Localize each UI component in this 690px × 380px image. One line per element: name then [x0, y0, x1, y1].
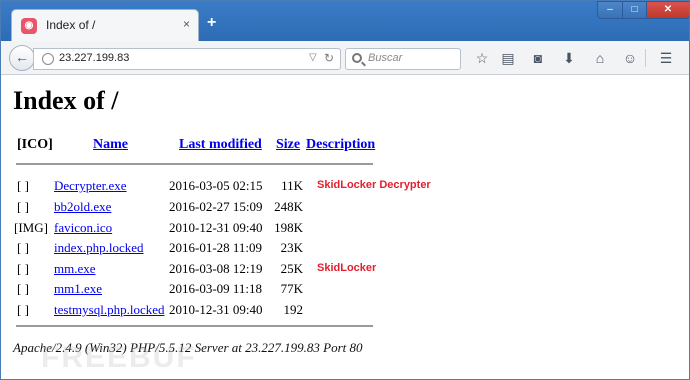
file-link[interactable]: favicon.ico — [54, 220, 112, 236]
url-text[interactable]: 23.227.199.83 — [59, 52, 129, 64]
file-size: 77K — [280, 281, 303, 296]
file-size: 198K — [274, 220, 303, 235]
file-size: 11K — [281, 178, 303, 193]
tab-title: Index of / — [46, 18, 96, 32]
file-modified: 2010-12-31 09:40 — [169, 220, 263, 235]
new-tab-button[interactable]: + — [207, 15, 216, 31]
column-header-last-modified[interactable]: Last modified — [179, 137, 262, 152]
address-bar[interactable]: 23.227.199.83 ▽ ↻ — [33, 48, 341, 70]
search-icon — [352, 53, 362, 63]
hamburger-menu-icon[interactable]: ☰ — [657, 50, 675, 66]
file-icon-label: [ ] — [17, 199, 29, 214]
search-input[interactable]: Buscar — [345, 48, 461, 70]
home-icon[interactable]: ⌂ — [591, 50, 609, 66]
globe-icon — [42, 53, 54, 65]
file-modified: 2016-03-09 11:18 — [169, 281, 263, 296]
file-size: 248K — [274, 199, 303, 214]
file-modified: 2016-02-27 15:09 — [169, 199, 263, 214]
file-link[interactable]: bb2old.exe — [54, 199, 111, 215]
toolbar-divider — [645, 49, 646, 67]
table-row: [ ] testmysql.php.locked 2010-12-31 09:4… — [1, 302, 689, 322]
file-icon-label: [ ] — [17, 240, 29, 255]
page-content: Index of / [ICO] Name Last modified Size… — [1, 76, 689, 379]
file-link[interactable]: mm.exe — [54, 261, 96, 277]
table-row: [IMG] favicon.ico 2010-12-31 09:40 198K — [1, 220, 689, 240]
file-size: 23K — [280, 240, 303, 255]
table-row: [ ] index.php.locked 2016-01-28 11:09 23… — [1, 240, 689, 260]
column-header-description[interactable]: Description — [306, 137, 375, 152]
reload-icon[interactable]: ↻ — [324, 51, 334, 65]
file-size: 25K — [280, 261, 303, 276]
minimize-button[interactable]: – — [597, 1, 623, 19]
column-header-size[interactable]: Size — [276, 137, 300, 152]
file-modified: 2016-03-05 02:15 — [169, 178, 263, 193]
navigation-toolbar: ← 23.227.199.83 ▽ ↻ Buscar ☆ ▤ ◙ ⬇ ⌂ ☺ ☰ — [1, 41, 689, 75]
table-row: [ ] mm1.exe 2016-03-09 11:18 77K — [1, 281, 689, 301]
file-modified: 2016-01-28 11:09 — [169, 240, 263, 255]
maximize-button[interactable]: □ — [622, 1, 647, 19]
chat-icon[interactable]: ☺ — [621, 50, 639, 66]
file-link[interactable]: index.php.locked — [54, 240, 144, 256]
site-favicon-icon: ◉ — [21, 18, 37, 34]
file-icon-label: [ ] — [17, 302, 29, 317]
annotation-skidlocker-decrypter: SkidLocker Decrypter — [317, 179, 431, 191]
tab-close-icon[interactable]: × — [183, 17, 190, 31]
file-link[interactable]: testmysql.php.locked — [54, 302, 165, 318]
back-button[interactable]: ← — [9, 45, 35, 71]
file-modified: 2016-03-08 12:19 — [169, 261, 263, 276]
title-bar: ◉ Index of / × + – □ ✕ — [1, 1, 689, 41]
reading-list-icon[interactable]: ▤ — [499, 50, 517, 66]
close-window-button[interactable]: ✕ — [646, 1, 689, 19]
pocket-icon[interactable]: ◙ — [529, 50, 547, 66]
file-icon-label: [ ] — [17, 178, 29, 193]
browser-window: ◉ Index of / × + – □ ✕ ← 23.227.199.83 ▽… — [0, 0, 690, 380]
column-header-name[interactable]: Name — [93, 137, 128, 152]
footer-divider — [16, 325, 373, 327]
file-link[interactable]: mm1.exe — [54, 281, 102, 297]
download-icon[interactable]: ⬇ — [560, 50, 578, 66]
column-header-icon: [ICO] — [17, 137, 53, 152]
page-title: Index of / — [13, 86, 119, 115]
watermark-logo: FREEBUF — [41, 341, 197, 374]
file-icon-label: [ ] — [17, 261, 29, 276]
history-dropdown-icon[interactable]: ▽ — [309, 52, 317, 63]
search-placeholder: Buscar — [368, 52, 403, 64]
file-modified: 2010-12-31 09:40 — [169, 302, 263, 317]
table-row: [ ] bb2old.exe 2016-02-27 15:09 248K — [1, 199, 689, 219]
header-divider — [16, 163, 373, 165]
file-icon-label: [IMG] — [14, 220, 48, 235]
file-link[interactable]: Decrypter.exe — [54, 178, 127, 194]
tab-index-of[interactable]: ◉ Index of / × — [11, 9, 199, 41]
bookmark-star-icon[interactable]: ☆ — [473, 50, 491, 66]
file-icon-label: [ ] — [17, 281, 29, 296]
file-size: 192 — [283, 302, 304, 317]
annotation-skidlocker: SkidLocker — [317, 262, 377, 274]
